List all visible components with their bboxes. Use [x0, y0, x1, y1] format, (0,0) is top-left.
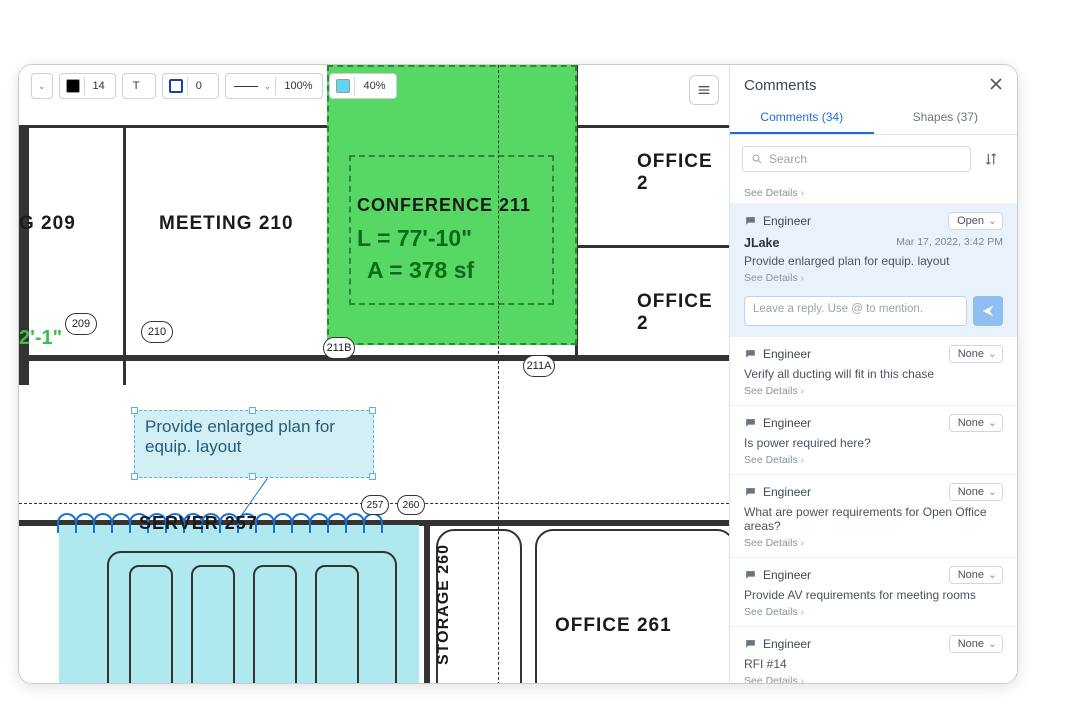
resize-handle[interactable]	[131, 407, 138, 414]
conference-area: A = 378 sf	[367, 257, 474, 284]
line-style-icon	[234, 86, 258, 87]
reply-row: Leave a reply. Use @ to mention.	[730, 292, 1017, 336]
search-input[interactable]: Search	[742, 146, 971, 172]
dim-left: 2'-1"	[19, 327, 62, 350]
comment-text: Provide enlarged plan for equip. layout	[744, 254, 1003, 268]
comment-text: Is power required here?	[744, 436, 1003, 450]
status-dropdown[interactable]: None	[949, 566, 1003, 584]
reply-input[interactable]: Leave a reply. Use @ to mention.	[744, 296, 967, 326]
comment-role: Engineer	[744, 214, 811, 228]
drawing-canvas[interactable]: ⌄ 14 T 0 ⌄ 100% 4	[19, 65, 729, 683]
line-opacity-value: 100%	[278, 80, 318, 92]
fill-swatch	[336, 79, 350, 93]
comment-item[interactable]: Engineer None What are power requirement…	[730, 474, 1017, 557]
status-dropdown[interactable]: None	[949, 414, 1003, 432]
tag-209: 209	[65, 313, 97, 335]
tab-comments[interactable]: Comments (34)	[730, 102, 874, 134]
font-size-value: 14	[87, 80, 111, 92]
comment-item[interactable]: Engineer None Verify all ducting will fi…	[730, 336, 1017, 405]
comment-item[interactable]: Engineer Open JLake Mar 17, 2022, 3:42 P…	[730, 203, 1017, 292]
comment-author: JLake	[744, 236, 779, 250]
room-meeting210: MEETING 210	[159, 213, 294, 235]
close-button[interactable]	[989, 75, 1003, 96]
resize-handle[interactable]	[249, 407, 256, 414]
see-details-link[interactable]: See Details	[744, 268, 1003, 288]
comment-date: Mar 17, 2022, 3:42 PM	[896, 236, 1003, 250]
tag-257: 257	[361, 495, 389, 515]
comment-text: RFI #14	[744, 657, 1003, 671]
see-details-link[interactable]: See Details	[744, 533, 1003, 553]
stroke-width-value: 0	[190, 80, 214, 92]
conference-length: L = 77'-10"	[357, 225, 472, 252]
office261-outline	[535, 529, 729, 683]
tag-211a: 211A	[523, 355, 555, 377]
see-details-link[interactable]: See Details	[730, 183, 1017, 203]
comment-icon	[744, 417, 757, 430]
color-swatch-black	[66, 79, 80, 93]
app-window: ⌄ 14 T 0 ⌄ 100% 4	[18, 64, 1018, 684]
sort-icon	[983, 151, 999, 167]
tag-210: 210	[141, 321, 173, 343]
comment-item[interactable]: Engineer None Is power required here? Se…	[730, 405, 1017, 474]
see-details-link[interactable]: See Details	[744, 450, 1003, 470]
annotation-text: Provide enlarged plan for equip. layout	[145, 417, 335, 456]
send-button[interactable]	[973, 296, 1003, 326]
status-dropdown[interactable]: None	[949, 483, 1003, 501]
comment-item[interactable]: Engineer None RFI #14 See Details	[730, 626, 1017, 684]
text-tool[interactable]: T	[122, 73, 156, 99]
comment-text: Provide AV requirements for meeting room…	[744, 588, 1003, 602]
tab-shapes[interactable]: Shapes (37)	[874, 102, 1018, 134]
conference-label: CONFERENCE 211	[357, 195, 531, 216]
font-color-control[interactable]: 14	[59, 73, 116, 99]
comment-icon	[744, 638, 757, 651]
see-details-link[interactable]: See Details	[744, 381, 1003, 401]
hamburger-icon	[696, 82, 712, 98]
close-icon	[989, 77, 1003, 91]
comment-icon	[744, 215, 757, 228]
resize-handle[interactable]	[131, 473, 138, 480]
fill-control[interactable]: 40%	[329, 73, 396, 99]
status-dropdown[interactable]: None	[949, 345, 1003, 363]
comment-icon	[744, 348, 757, 361]
comments-panel: Comments Comments (34) Shapes (37) Searc…	[729, 65, 1017, 683]
panel-tabs: Comments (34) Shapes (37)	[730, 102, 1017, 135]
resize-handle[interactable]	[369, 473, 376, 480]
room-office2b: OFFICE 2	[637, 291, 729, 335]
bg-dots-top	[370, 8, 1050, 48]
comment-icon	[744, 486, 757, 499]
annotation-note[interactable]: Provide enlarged plan for equip. layout	[134, 410, 374, 478]
stroke-control[interactable]: 0	[162, 73, 219, 99]
formatting-toolbar: ⌄ 14 T 0 ⌄ 100% 4	[31, 73, 403, 99]
bg-dots-right	[1028, 120, 1076, 660]
status-dropdown[interactable]: Open	[948, 212, 1003, 230]
resize-handle[interactable]	[249, 473, 256, 480]
room-office2a: OFFICE 2	[637, 151, 729, 195]
status-dropdown[interactable]: None	[949, 635, 1003, 653]
room-g209: G 209	[19, 213, 76, 235]
sort-button[interactable]	[977, 145, 1005, 173]
line-style-control[interactable]: ⌄ 100%	[225, 73, 324, 99]
room-office261: OFFICE 261	[555, 615, 672, 637]
search-placeholder: Search	[769, 152, 807, 166]
comment-text: What are power requirements for Open Off…	[744, 505, 1003, 533]
menu-button[interactable]	[689, 75, 719, 105]
room-server257: SERVER 257	[139, 513, 258, 534]
stroke-swatch	[169, 79, 183, 93]
send-icon	[981, 304, 995, 318]
room-storage260: STORAGE 260	[435, 544, 453, 665]
comment-icon	[744, 569, 757, 582]
dropdown-generic[interactable]: ⌄	[31, 73, 53, 99]
comment-item[interactable]: Engineer None Provide AV requirements fo…	[730, 557, 1017, 626]
see-details-link[interactable]: See Details	[744, 602, 1003, 622]
comment-text: Verify all ducting will fit in this chas…	[744, 367, 1003, 381]
tag-211b: 211B	[323, 337, 355, 359]
resize-handle[interactable]	[369, 407, 376, 414]
tag-260: 260	[397, 495, 425, 515]
panel-title: Comments	[744, 77, 817, 94]
fill-opacity-value: 40%	[357, 80, 391, 92]
see-details-link[interactable]: See Details	[744, 671, 1003, 684]
search-icon	[751, 153, 763, 165]
